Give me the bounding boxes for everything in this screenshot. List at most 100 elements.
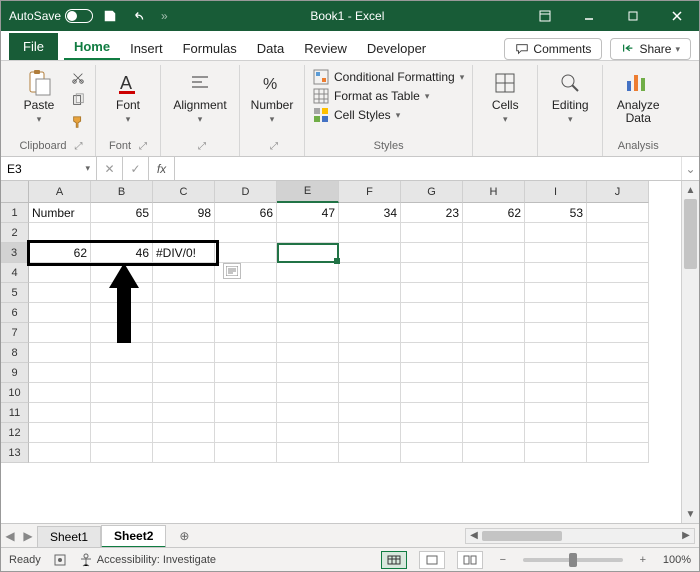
column-header-J[interactable]: J [587,181,649,203]
row-header-2[interactable]: 2 [1,223,29,243]
cell-G13[interactable] [401,443,463,463]
tab-data[interactable]: Data [247,35,294,60]
cell-B12[interactable] [91,423,153,443]
zoom-in-button[interactable]: + [635,554,651,566]
cell-D11[interactable] [215,403,277,423]
number-button[interactable]: % Number ▾ [248,67,296,125]
cell-C9[interactable] [153,363,215,383]
column-header-E[interactable]: E [277,181,339,203]
cell-A7[interactable] [29,323,91,343]
cell-B11[interactable] [91,403,153,423]
tab-scroll-right-icon[interactable]: ▶ [19,524,37,548]
autosave-toggle[interactable]: AutoSave [9,9,93,23]
number-launcher-icon[interactable]: ⤢ [270,141,278,152]
row-header-9[interactable]: 9 [1,363,29,383]
cell-J3[interactable] [587,243,649,263]
cell-A2[interactable] [29,223,91,243]
cell-D3[interactable] [215,243,277,263]
alignment-button[interactable]: Alignment ▾ [169,67,231,125]
close-button[interactable] [655,1,699,31]
cell-D9[interactable] [215,363,277,383]
name-box[interactable]: ▾ [1,157,97,180]
cell-D1[interactable]: 66 [215,203,277,223]
cell-E8[interactable] [277,343,339,363]
cell-G12[interactable] [401,423,463,443]
cell-B2[interactable] [91,223,153,243]
zoom-slider[interactable] [523,558,623,562]
cell-E12[interactable] [277,423,339,443]
row-header-6[interactable]: 6 [1,303,29,323]
cell-I5[interactable] [525,283,587,303]
paste-button[interactable]: Paste ▾ [15,67,63,125]
cell-F6[interactable] [339,303,401,323]
cut-icon[interactable] [69,69,87,87]
cell-E6[interactable] [277,303,339,323]
column-header-B[interactable]: B [91,181,153,203]
cell-J5[interactable] [587,283,649,303]
cell-A9[interactable] [29,363,91,383]
cell-E9[interactable] [277,363,339,383]
name-box-input[interactable] [7,162,67,176]
vertical-scrollbar[interactable]: ▲ ▼ [681,181,699,523]
row-header-13[interactable]: 13 [1,443,29,463]
cell-I9[interactable] [525,363,587,383]
tab-scroll-left-icon[interactable]: ◀ [1,524,19,548]
cell-E3[interactable] [277,243,339,263]
cell-J10[interactable] [587,383,649,403]
cell-I10[interactable] [525,383,587,403]
tab-developer[interactable]: Developer [357,35,436,60]
minimize-button[interactable] [567,1,611,31]
name-box-dropdown-icon[interactable]: ▾ [85,163,90,174]
cell-E11[interactable] [277,403,339,423]
row-header-8[interactable]: 8 [1,343,29,363]
cell-C8[interactable] [153,343,215,363]
cell-I1[interactable]: 53 [525,203,587,223]
cell-J1[interactable] [587,203,649,223]
cell-C2[interactable] [153,223,215,243]
tab-file[interactable]: File [9,33,58,60]
cell-styles-button[interactable]: Cell Styles▾ [313,107,464,123]
cell-F1[interactable]: 34 [339,203,401,223]
cell-B1[interactable]: 65 [91,203,153,223]
cell-G11[interactable] [401,403,463,423]
undo-icon[interactable] [127,1,153,31]
cell-F10[interactable] [339,383,401,403]
cell-I7[interactable] [525,323,587,343]
cell-C13[interactable] [153,443,215,463]
cell-H8[interactable] [463,343,525,363]
cell-G2[interactable] [401,223,463,243]
horizontal-scrollbar[interactable]: ◀ ▶ [465,528,695,544]
cell-H1[interactable]: 62 [463,203,525,223]
conditional-formatting-button[interactable]: Conditional Formatting▾ [313,69,464,85]
scroll-thumb-horizontal[interactable] [482,531,562,541]
comments-button[interactable]: Comments [504,38,602,60]
format-as-table-button[interactable]: Format as Table▾ [313,88,464,104]
page-layout-view-icon[interactable] [419,551,445,569]
cell-F11[interactable] [339,403,401,423]
cell-B8[interactable] [91,343,153,363]
cell-H4[interactable] [463,263,525,283]
accessibility-status[interactable]: Accessibility: Investigate [79,553,216,567]
cell-G5[interactable] [401,283,463,303]
cell-F12[interactable] [339,423,401,443]
cell-J11[interactable] [587,403,649,423]
cell-B3[interactable]: 46 [91,243,153,263]
ribbon-display-options-icon[interactable] [523,1,567,31]
column-header-F[interactable]: F [339,181,401,203]
copy-icon[interactable] [69,91,87,109]
share-button[interactable]: Share ▾ [610,38,691,60]
cell-G4[interactable] [401,263,463,283]
cell-J2[interactable] [587,223,649,243]
column-header-D[interactable]: D [215,181,277,203]
cell-B9[interactable] [91,363,153,383]
cell-D13[interactable] [215,443,277,463]
enter-formula-icon[interactable]: ✓ [123,157,149,180]
cell-A1[interactable]: Number [29,203,91,223]
cancel-formula-icon[interactable]: ✕ [97,157,123,180]
cell-B4[interactable] [91,263,153,283]
cell-H5[interactable] [463,283,525,303]
cells-button[interactable]: Cells ▾ [481,67,529,125]
format-painter-icon[interactable] [69,113,87,131]
insert-function-icon[interactable]: fx [149,157,175,180]
cell-I11[interactable] [525,403,587,423]
